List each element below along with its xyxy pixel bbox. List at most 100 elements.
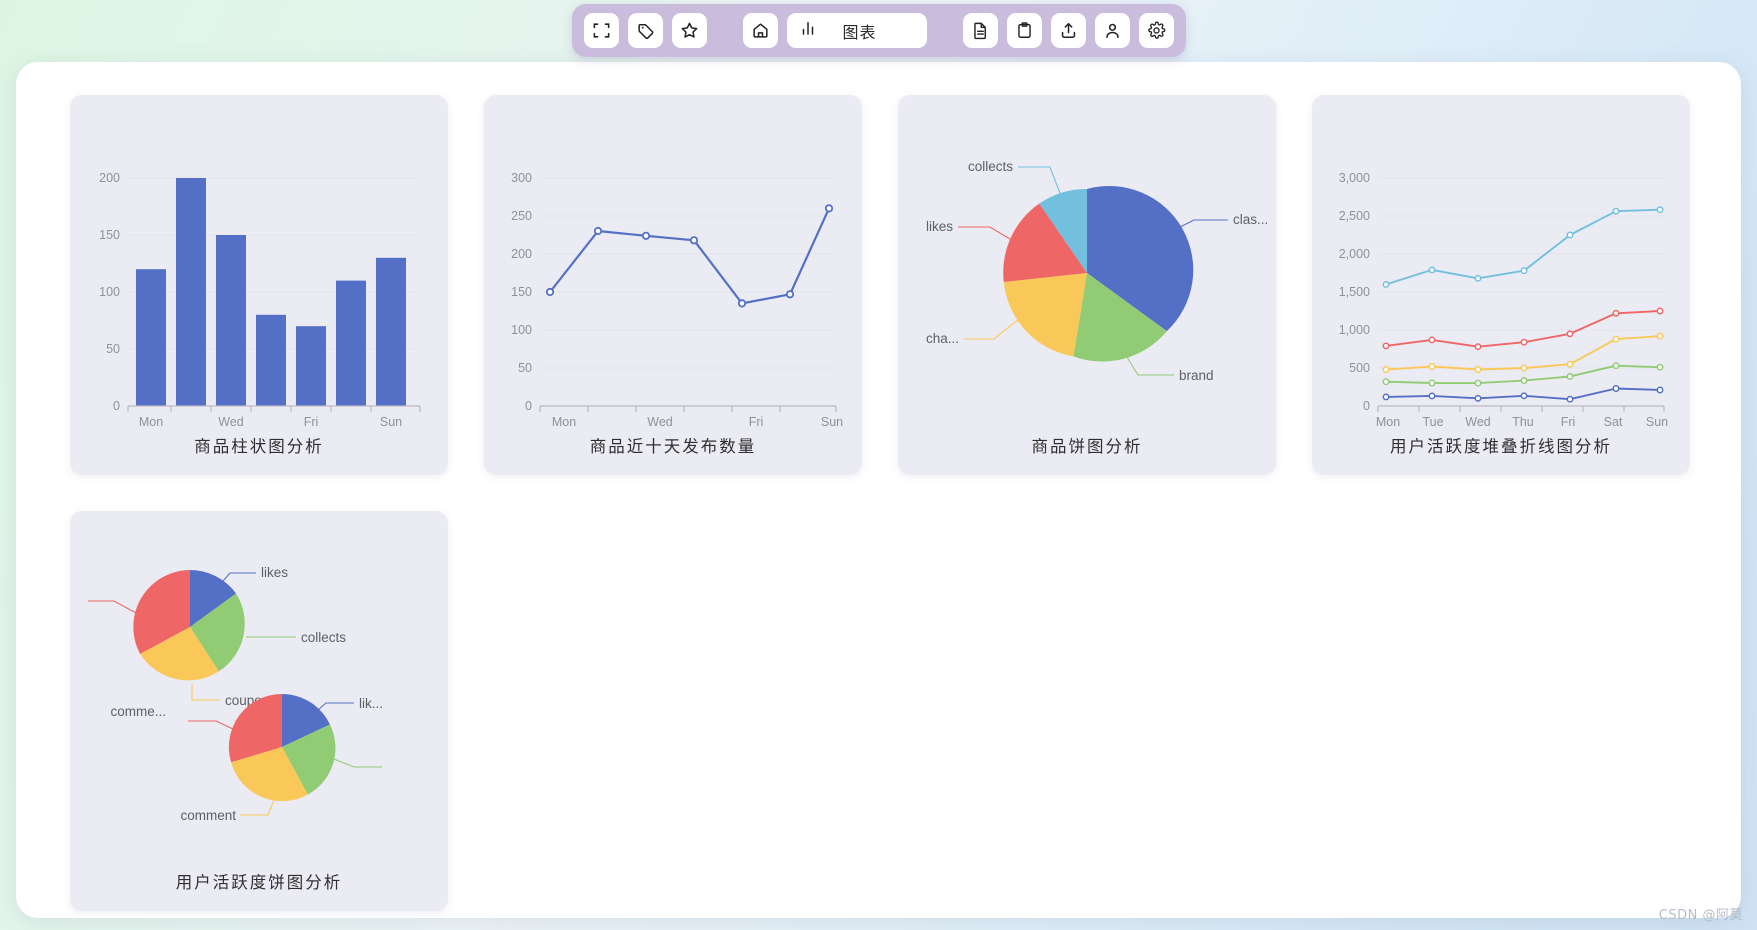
svg-text:2,500: 2,500 — [1339, 209, 1370, 223]
line-y-axis-labels: 0 50 100 150 200 250 300 — [511, 171, 532, 413]
home-icon-button[interactable] — [742, 13, 778, 48]
user-pie-chart[interactable]: likes collects coupons comme... lik... c… — [70, 519, 448, 869]
svg-text:Wed: Wed — [218, 415, 244, 429]
svg-text:likes: likes — [261, 565, 288, 580]
toolbar-center-group: 图表 — [742, 13, 927, 48]
svg-text:50: 50 — [106, 342, 120, 356]
product-pie-chart[interactable]: clas... brand cha... likes collects — [898, 103, 1276, 433]
svg-text:200: 200 — [511, 247, 532, 261]
watermark: CSDN @阿莫 — [1658, 908, 1743, 923]
tab-charts[interactable]: 图表 — [786, 13, 927, 48]
user-icon-button[interactable] — [1094, 13, 1130, 48]
fullscreen-icon-button[interactable] — [583, 13, 619, 48]
star-icon-button[interactable] — [671, 13, 707, 48]
top-toolbar: 图表 — [571, 4, 1186, 57]
line-x-axis-labels: Mon Wed Fri Sun — [552, 415, 843, 429]
svg-text:Mon: Mon — [1376, 415, 1400, 429]
svg-text:lik...: lik... — [359, 696, 383, 711]
stacked-y-axis-labels: 0 500 1,000 1,500 2,000 2,500 3,000 — [1339, 171, 1370, 413]
svg-text:50: 50 — [518, 361, 532, 375]
svg-text:250: 250 — [511, 209, 532, 223]
svg-text:500: 500 — [1349, 361, 1370, 375]
svg-text:0: 0 — [113, 399, 120, 413]
svg-text:comme...: comme... — [110, 704, 166, 719]
document-icon-button[interactable] — [962, 13, 998, 48]
clipboard-icon-button[interactable] — [1006, 13, 1042, 48]
user-stacked-line-chart-svg: 0 500 1,000 1,500 2,000 2,500 3,000 Mon … — [1339, 171, 1668, 429]
chart-card-title: 商品近十天发布数量 — [589, 437, 757, 456]
upload-icon-button[interactable] — [1050, 13, 1086, 48]
toolbar-right-group — [962, 13, 1174, 48]
chart-card-user-pie[interactable]: likes collects coupons comme... lik... c… — [70, 511, 448, 911]
pie-b-slices — [228, 693, 336, 802]
svg-text:Fri: Fri — [1561, 415, 1576, 429]
chart-card-user-stacked-line[interactable]: 0 500 1,000 1,500 2,000 2,500 3,000 Mon … — [1312, 95, 1690, 475]
svg-text:Mon: Mon — [139, 415, 163, 429]
svg-text:1,000: 1,000 — [1339, 323, 1370, 337]
svg-text:300: 300 — [511, 171, 532, 185]
svg-text:Wed: Wed — [1465, 415, 1491, 429]
product-line-chart[interactable]: 0 50 100 150 200 250 300 Mon Wed Fri Sun — [484, 103, 862, 433]
svg-text:Sun: Sun — [380, 415, 402, 429]
content-panel: 0 50 100 150 200 Mon Wed Fri Sun 商品柱状图分析… — [16, 62, 1741, 918]
svg-text:200: 200 — [99, 171, 120, 185]
svg-text:0: 0 — [525, 399, 532, 413]
stacked-series-markers — [1382, 206, 1664, 403]
svg-text:collects: collects — [968, 159, 1013, 174]
product-bar-chart-svg: 0 50 100 150 200 Mon Wed Fri Sun — [99, 171, 421, 429]
bar-y-axis-labels: 0 50 100 150 200 — [99, 171, 120, 413]
chart-card-title: 商品饼图分析 — [1031, 437, 1143, 456]
user-stacked-line-chart[interactable]: 0 500 1,000 1,500 2,000 2,500 3,000 Mon … — [1312, 103, 1690, 433]
upload-icon — [1059, 21, 1078, 40]
line-series — [545, 204, 834, 308]
toolbar-container: 图表 — [0, 4, 1757, 57]
svg-text:cha...: cha... — [926, 331, 959, 346]
svg-text:Tue: Tue — [1422, 415, 1443, 429]
gear-icon — [1147, 21, 1166, 40]
svg-text:collects: collects — [301, 630, 346, 645]
tag-icon — [636, 21, 655, 40]
svg-text:1,500: 1,500 — [1339, 285, 1370, 299]
svg-text:brand: brand — [1179, 368, 1214, 383]
svg-text:Sun: Sun — [821, 415, 843, 429]
star-icon — [680, 21, 699, 40]
toolbar-left-group — [583, 13, 707, 48]
bar-chart-icon — [799, 19, 817, 42]
pie-slices — [1003, 185, 1194, 362]
line-x-axis — [539, 405, 837, 412]
svg-text:150: 150 — [511, 285, 532, 299]
chart-card-title: 用户活跃度堆叠折线图分析 — [1390, 437, 1612, 456]
pie-a-slices — [133, 570, 245, 681]
svg-text:Sat: Sat — [1604, 415, 1623, 429]
svg-text:Sun: Sun — [1646, 415, 1668, 429]
product-line-chart-svg: 0 50 100 150 200 250 300 Mon Wed Fri Sun — [511, 171, 843, 429]
svg-text:3,000: 3,000 — [1339, 171, 1370, 185]
svg-text:2,000: 2,000 — [1339, 247, 1370, 261]
svg-text:Thu: Thu — [1512, 415, 1534, 429]
chart-card-product-pie[interactable]: clas... brand cha... likes collects 商品饼图… — [898, 95, 1276, 475]
clipboard-icon — [1015, 21, 1034, 40]
svg-text:Wed: Wed — [647, 415, 673, 429]
document-icon — [971, 21, 990, 40]
tab-charts-label: 图表 — [842, 22, 877, 42]
chart-card-title: 商品柱状图分析 — [194, 437, 324, 456]
svg-text:Fri: Fri — [749, 415, 764, 429]
svg-text:0: 0 — [1363, 399, 1370, 413]
stacked-x-axis — [1377, 405, 1665, 412]
fullscreen-icon — [592, 21, 611, 40]
product-bar-chart[interactable]: 0 50 100 150 200 Mon Wed Fri Sun — [70, 103, 448, 433]
bar-x-axis-labels: Mon Wed Fri Sun — [139, 415, 402, 429]
svg-text:clas...: clas... — [1233, 212, 1268, 227]
svg-text:likes: likes — [926, 219, 953, 234]
chart-card-product-bar[interactable]: 0 50 100 150 200 Mon Wed Fri Sun 商品柱状图分析 — [70, 95, 448, 475]
chart-card-grid: 0 50 100 150 200 Mon Wed Fri Sun 商品柱状图分析… — [70, 95, 1700, 911]
tag-icon-button[interactable] — [627, 13, 663, 48]
svg-text:Fri: Fri — [304, 415, 319, 429]
product-pie-chart-svg: clas... brand cha... likes collects — [926, 159, 1268, 383]
user-icon — [1103, 21, 1122, 40]
svg-text:150: 150 — [99, 228, 120, 242]
chart-card-product-line[interactable]: 0 50 100 150 200 250 300 Mon Wed Fri Sun… — [484, 95, 862, 475]
gear-icon-button[interactable] — [1138, 13, 1174, 48]
bar-x-axis — [127, 405, 421, 412]
svg-text:Mon: Mon — [552, 415, 576, 429]
